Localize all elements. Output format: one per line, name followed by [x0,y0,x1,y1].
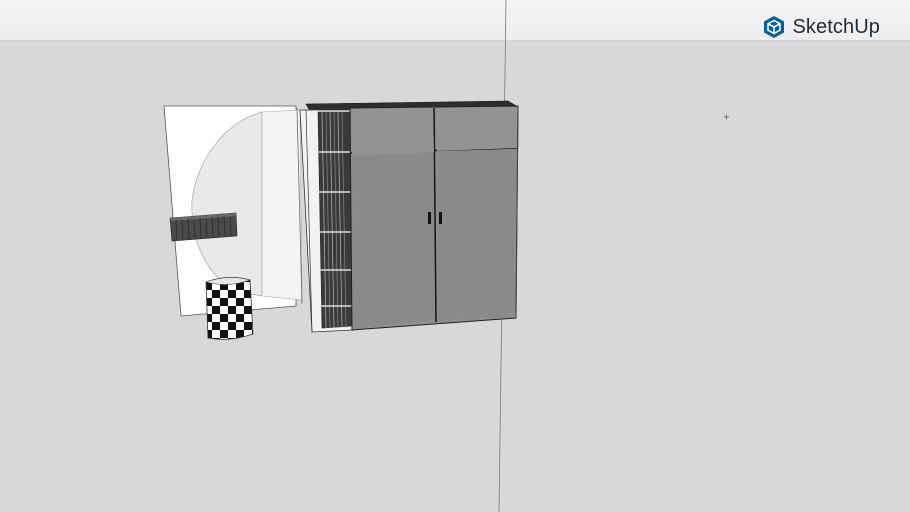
right-door[interactable] [438,149,516,321]
left-door[interactable] [352,153,434,328]
brand-logo[interactable]: SketchUp [762,15,880,39]
right-door-handle[interactable] [439,212,442,224]
3d-viewport[interactable]: SketchUp [0,0,910,512]
left-door-handle[interactable] [428,212,431,224]
cabinet-side-grille[interactable] [299,109,355,333]
model-scene[interactable] [0,0,910,512]
top-right-drawer[interactable] [437,107,517,151]
brand-name: SketchUp [792,15,880,38]
sketchup-logo-icon [764,16,785,38]
curved-surface-side [261,109,303,301]
checkered-box[interactable] [205,277,254,340]
ribbed-bar[interactable] [169,212,238,242]
top-left-drawer[interactable] [352,108,434,154]
origin-marker [724,114,729,120]
